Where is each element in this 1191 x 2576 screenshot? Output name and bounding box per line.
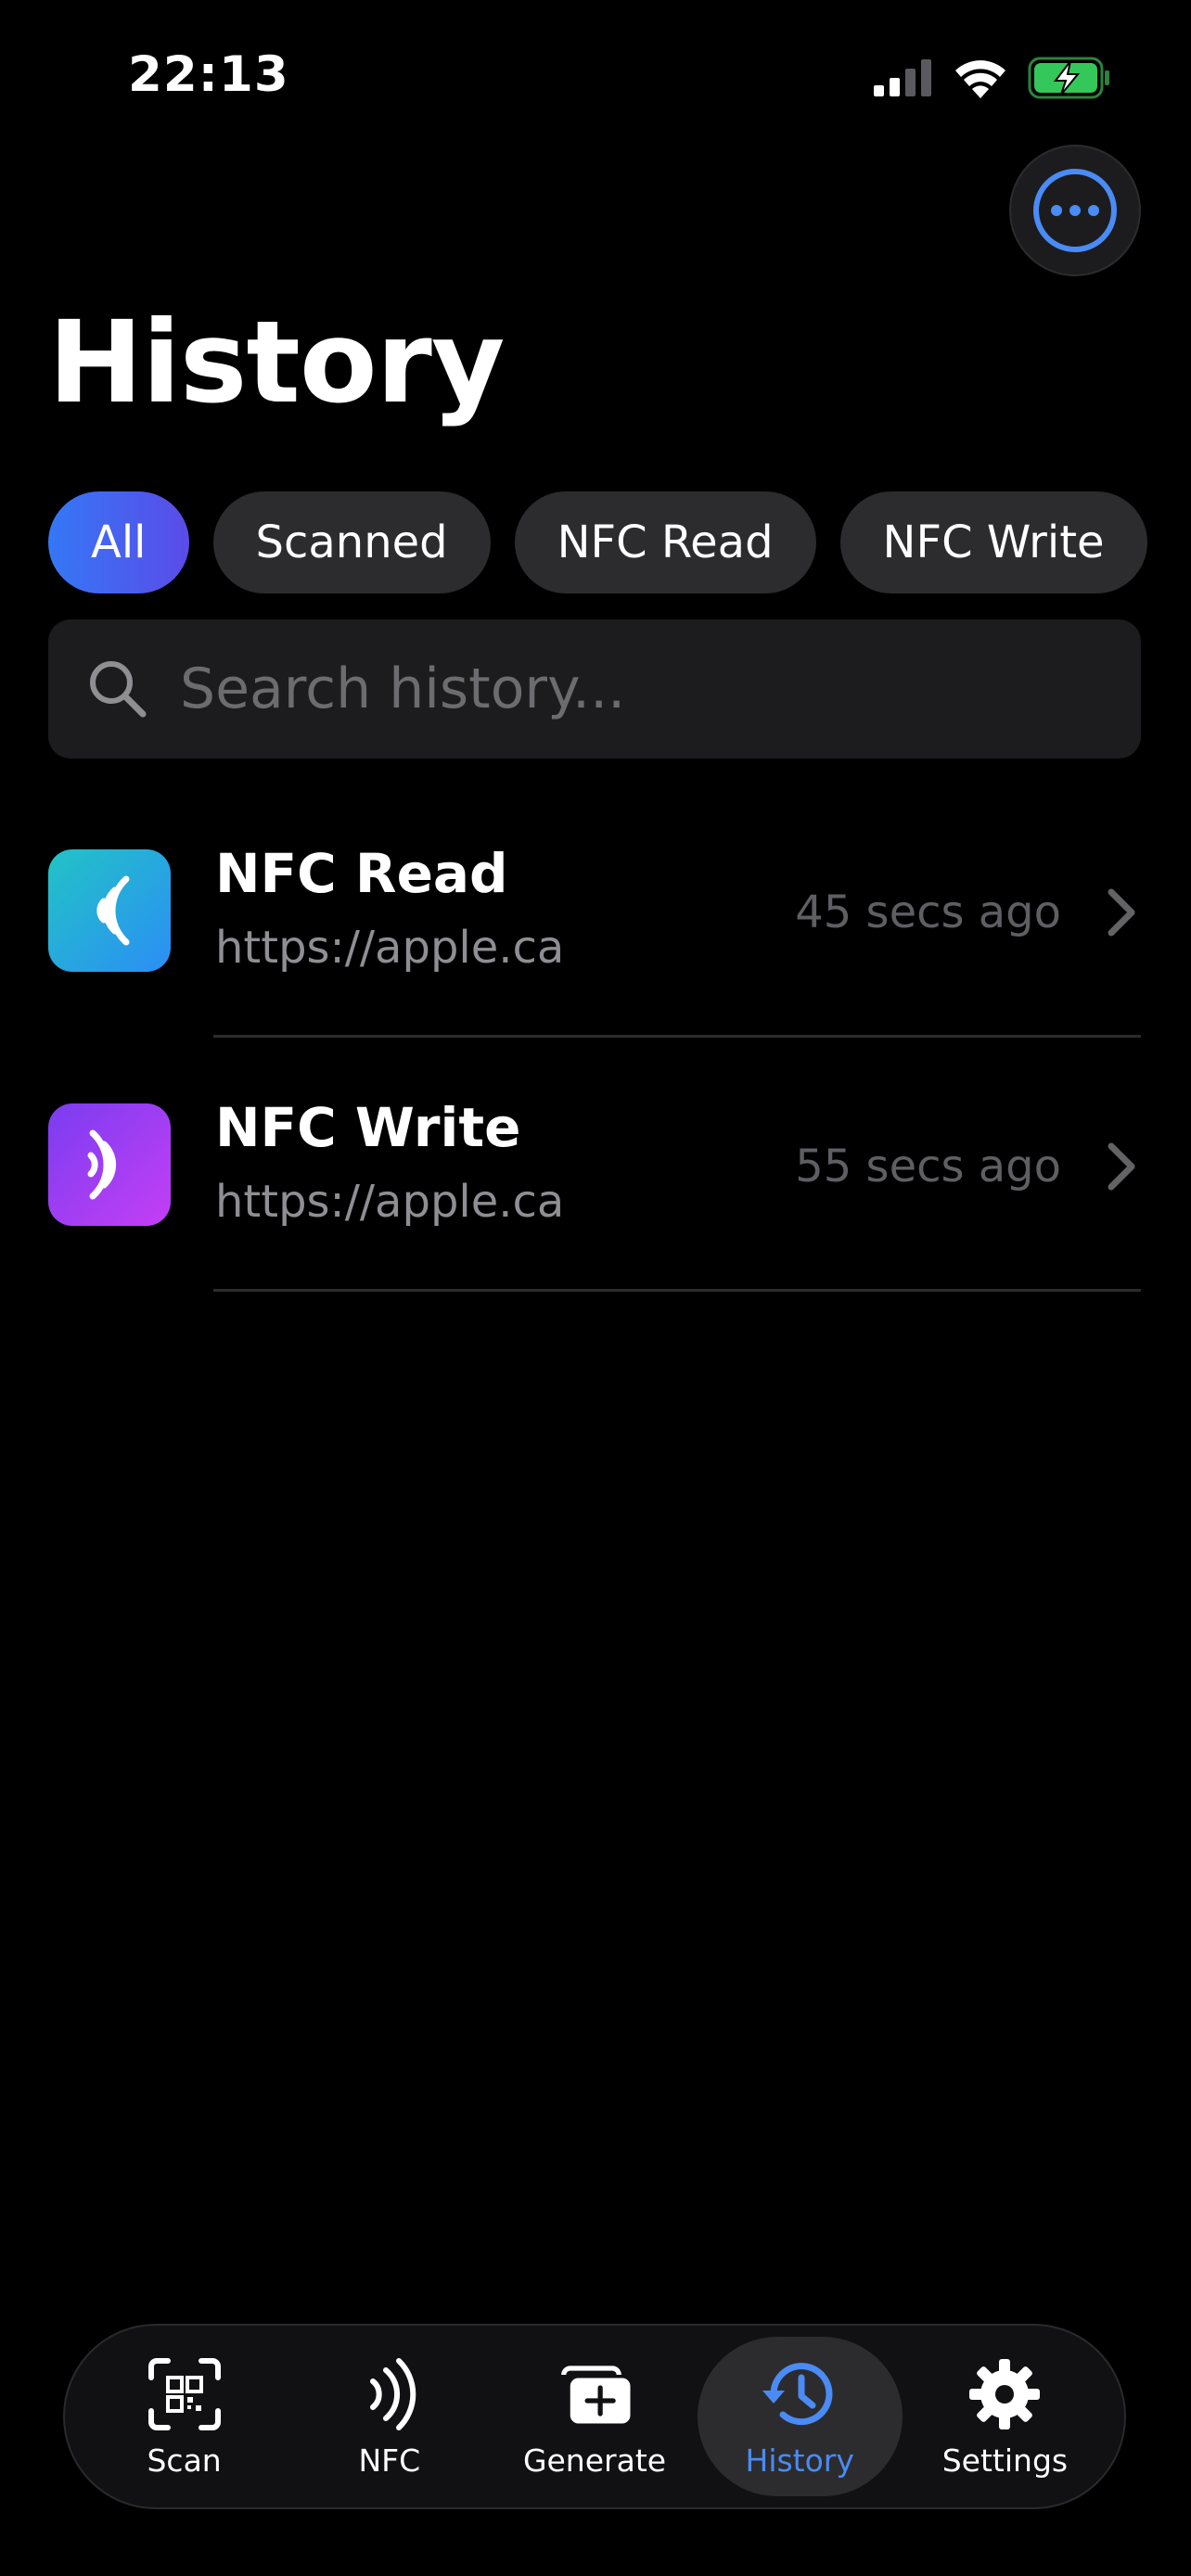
chevron-right-icon: [1108, 888, 1135, 937]
history-item-time: 45 secs ago: [795, 886, 1061, 938]
history-item-title: NFC Write: [215, 1096, 521, 1159]
filter-chip-scanned[interactable]: Scanned: [212, 491, 491, 593]
tab-history[interactable]: History: [697, 2337, 903, 2496]
row-divider: [213, 1289, 1141, 1292]
qr-scan-icon: [146, 2355, 224, 2433]
filter-chips: All Scanned NFC Read NFC Write: [48, 491, 1191, 593]
status-icons: [874, 56, 1111, 100]
row-divider: [213, 1035, 1141, 1038]
tab-label: Generate: [522, 2442, 667, 2479]
more-options-button[interactable]: [1009, 145, 1141, 276]
history-item-title: NFC Read: [215, 842, 508, 905]
cellular-signal-icon: [874, 59, 931, 96]
history-item-url: https://apple.ca: [215, 922, 565, 974]
filter-chip-all[interactable]: All: [48, 491, 189, 593]
history-row-nfc-read[interactable]: NFC Read https://apple.ca 45 secs ago: [0, 825, 1191, 1079]
tab-bar: Scan NFC Generate History Settings: [63, 2324, 1126, 2509]
tab-settings[interactable]: Settings: [903, 2337, 1108, 2496]
nfc-read-icon: [48, 849, 171, 972]
search-box[interactable]: [48, 619, 1141, 759]
history-row-nfc-write[interactable]: NFC Write https://apple.ca 55 secs ago: [0, 1079, 1191, 1333]
search-input[interactable]: [178, 656, 1109, 722]
status-time: 22:13: [128, 46, 289, 103]
wifi-icon: [955, 60, 1005, 98]
filter-chip-label: NFC Write: [882, 516, 1105, 568]
nfc-write-icon: [48, 1103, 171, 1226]
filter-chip-label: All: [91, 516, 147, 568]
history-item-time: 55 secs ago: [795, 1141, 1061, 1192]
gear-icon: [966, 2355, 1044, 2433]
filter-chip-nfc-write[interactable]: NFC Write: [839, 491, 1147, 593]
battery-charging-icon: [1028, 57, 1109, 99]
nfc-icon: [351, 2355, 429, 2433]
generate-icon: [556, 2355, 634, 2433]
filter-chip-nfc-read[interactable]: NFC Read: [514, 491, 816, 593]
history-icon: [761, 2355, 839, 2433]
filter-chip-label: Scanned: [255, 516, 448, 568]
page-title: History: [48, 297, 505, 428]
tab-label: Scan: [147, 2442, 222, 2479]
tab-generate[interactable]: Generate: [492, 2337, 697, 2496]
tab-label: NFC: [358, 2442, 421, 2479]
tab-label: Settings: [941, 2442, 1069, 2479]
filter-chip-label: NFC Read: [557, 516, 774, 568]
history-list: NFC Read https://apple.ca 45 secs ago NF…: [0, 825, 1191, 1333]
tab-scan[interactable]: Scan: [82, 2337, 287, 2496]
ellipsis-circle-icon: [1033, 169, 1117, 252]
tab-nfc[interactable]: NFC: [287, 2337, 492, 2496]
chevron-right-icon: [1108, 1142, 1135, 1191]
tab-label: History: [745, 2442, 854, 2479]
search-icon: [90, 661, 147, 718]
status-bar: 22:13: [0, 0, 1191, 158]
history-item-url: https://apple.ca: [215, 1176, 565, 1228]
